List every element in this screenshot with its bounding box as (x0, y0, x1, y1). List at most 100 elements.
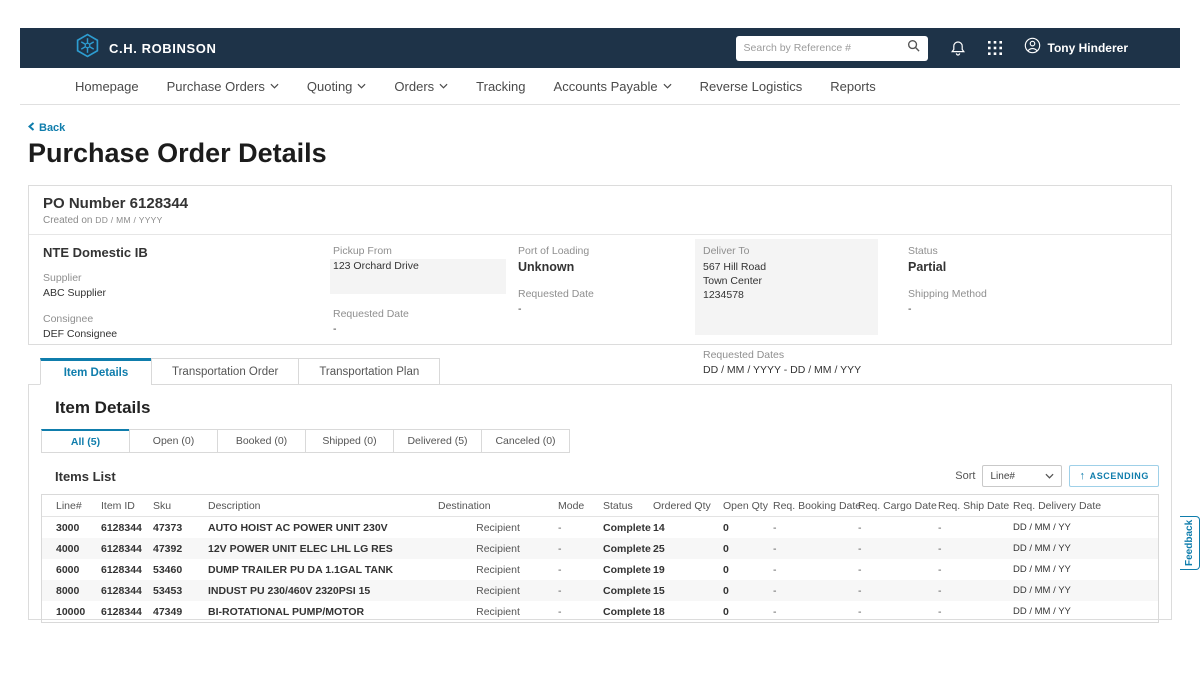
cell-mode: - (558, 585, 603, 597)
column-header-description: Description (208, 500, 438, 512)
port-value: Unknown (518, 260, 703, 274)
column-header-mode: Mode (558, 500, 603, 512)
cell-mode: - (558, 564, 603, 576)
deliver-value: 567 Hill Road Town Center 1234578 (703, 260, 870, 303)
cell-item-id: 6128344 (101, 585, 153, 597)
port-requested-value: - (518, 303, 703, 315)
cell-destination: Recipient (438, 585, 558, 597)
chevron-down-icon (439, 83, 448, 89)
column-header-status: Status (603, 500, 653, 512)
page-title: Purchase Order Details (28, 138, 327, 169)
column-header-req-cargo-date: Req. Cargo Date (858, 500, 938, 512)
subtab-canceled-0[interactable]: Canceled (0) (481, 429, 570, 453)
deliver-requested-label: Requested Dates (703, 349, 908, 361)
table-row: 3000612834447373AUTO HOIST AC POWER UNIT… (42, 517, 1158, 538)
menu-item-tracking[interactable]: Tracking (476, 79, 525, 94)
menu-item-purchase-orders[interactable]: Purchase Orders (167, 79, 279, 94)
cell-item-id: 6128344 (101, 522, 153, 534)
po-created-label: Created on (43, 215, 92, 226)
port-label: Port of Loading (518, 245, 703, 257)
cell-req-booking-date: - (773, 564, 858, 576)
subtab-all-5[interactable]: All (5) (41, 429, 130, 453)
back-link[interactable]: Back (28, 122, 65, 134)
cell-open-qty: 0 (723, 564, 773, 576)
table-row: 8000612834453453INDUST PU 230/460V 2320P… (42, 580, 1158, 601)
column-header-ordered-qty: Ordered Qty (653, 500, 723, 512)
cell-req-booking-date: - (773, 522, 858, 534)
cell-description: DUMP TRAILER PU DA 1.1GAL TANK (208, 564, 438, 576)
sort-direction-button[interactable]: ↑ ASCENDING (1069, 465, 1159, 487)
order-type: NTE Domestic IB (43, 245, 333, 260)
pickup-label: Pickup From (333, 245, 518, 257)
tab-transportation-order[interactable]: Transportation Order (151, 358, 299, 385)
arrow-up-icon: ↑ (1079, 470, 1085, 482)
cell-req-ship-date: - (938, 543, 1013, 555)
sort-select[interactable]: Line# (982, 465, 1062, 487)
cell-description: AUTO HOIST AC POWER UNIT 230V (208, 522, 438, 534)
cell-req-cargo-date: - (858, 585, 938, 597)
pickup-value: 123 Orchard Drive (330, 259, 506, 294)
cell-destination: Recipient (438, 606, 558, 618)
brand-logo[interactable]: C.H. ROBINSON (75, 33, 216, 63)
user-menu[interactable]: Tony Hinderer (1024, 37, 1128, 59)
cell-req-delivery-date: DD / MM / YY (1013, 522, 1144, 533)
search-icon[interactable] (907, 39, 920, 57)
reference-search (736, 36, 928, 61)
items-list-heading: Items List (55, 469, 116, 484)
pickup-requested-label: Requested Date (333, 308, 518, 320)
cell-req-ship-date: - (938, 564, 1013, 576)
menu-item-reports[interactable]: Reports (830, 79, 876, 94)
cell-mode: - (558, 543, 603, 555)
menu-item-homepage[interactable]: Homepage (75, 79, 139, 94)
cell-ordered-qty: 19 (653, 564, 723, 576)
cell-req-delivery-date: DD / MM / YY (1013, 564, 1144, 575)
column-header-line: Line# (56, 500, 101, 512)
subtab-delivered-5[interactable]: Delivered (5) (393, 429, 482, 453)
cell-destination: Recipient (438, 522, 558, 534)
subtab-open-0[interactable]: Open (0) (129, 429, 218, 453)
cell-req-delivery-date: DD / MM / YY (1013, 543, 1144, 554)
items-table: Line#Item IDSkuDescriptionDestinationMod… (41, 494, 1159, 623)
menu-item-quoting[interactable]: Quoting (307, 79, 367, 94)
user-name: Tony Hinderer (1048, 41, 1128, 55)
menu-item-orders[interactable]: Orders (394, 79, 448, 94)
po-col-deliver: Deliver To 567 Hill Road Town Center 123… (703, 245, 908, 376)
shipping-method-label: Shipping Method (908, 288, 1157, 300)
po-col-status: Status Partial Shipping Method - (908, 245, 1157, 376)
back-label: Back (39, 122, 65, 134)
feedback-tab[interactable]: Feedback (1180, 516, 1200, 570)
column-header-req-delivery-date: Req. Delivery Date (1013, 500, 1144, 512)
chrobinson-hexagon-logo-icon (75, 33, 100, 63)
cell-req-booking-date: - (773, 606, 858, 618)
column-header-req-ship-date: Req. Ship Date (938, 500, 1013, 512)
cell-req-ship-date: - (938, 585, 1013, 597)
chevron-down-icon (270, 83, 279, 89)
status-value: Partial (908, 260, 1157, 274)
status-subtabs: All (5)Open (0)Booked (0)Shipped (0)Deli… (41, 429, 1171, 453)
tab-transportation-plan[interactable]: Transportation Plan (298, 358, 440, 385)
top-navbar: C.H. ROBINSON (20, 28, 1180, 68)
items-table-body: 3000612834447373AUTO HOIST AC POWER UNIT… (42, 517, 1158, 622)
po-col-parties: NTE Domestic IB Supplier ABC Supplier Co… (43, 245, 333, 376)
sort-controls: Sort Line# ↑ ASCENDING (955, 465, 1159, 487)
notifications-bell-icon[interactable] (950, 40, 966, 57)
chevron-left-icon (28, 122, 35, 134)
item-details-card: Item Details All (5)Open (0)Booked (0)Sh… (28, 384, 1172, 620)
supplier-value: ABC Supplier (43, 287, 333, 299)
cell-ordered-qty: 15 (653, 585, 723, 597)
subtab-shipped-0[interactable]: Shipped (0) (305, 429, 394, 453)
cell-sku: 47349 (153, 606, 208, 618)
search-input[interactable] (744, 42, 907, 54)
app-grid-icon[interactable] (988, 41, 1002, 55)
menu-item-accounts-payable[interactable]: Accounts Payable (554, 79, 672, 94)
tab-item-details[interactable]: Item Details (40, 358, 152, 385)
subtab-booked-0[interactable]: Booked (0) (217, 429, 306, 453)
cell-line: 3000 (56, 522, 101, 534)
user-avatar-icon (1024, 37, 1041, 59)
detail-tabs: Item DetailsTransportation OrderTranspor… (40, 358, 439, 385)
menu-item-reverse-logistics[interactable]: Reverse Logistics (700, 79, 803, 94)
shipping-method-value: - (908, 303, 1157, 315)
cell-open-qty: 0 (723, 585, 773, 597)
cell-req-cargo-date: - (858, 564, 938, 576)
cell-mode: - (558, 522, 603, 534)
